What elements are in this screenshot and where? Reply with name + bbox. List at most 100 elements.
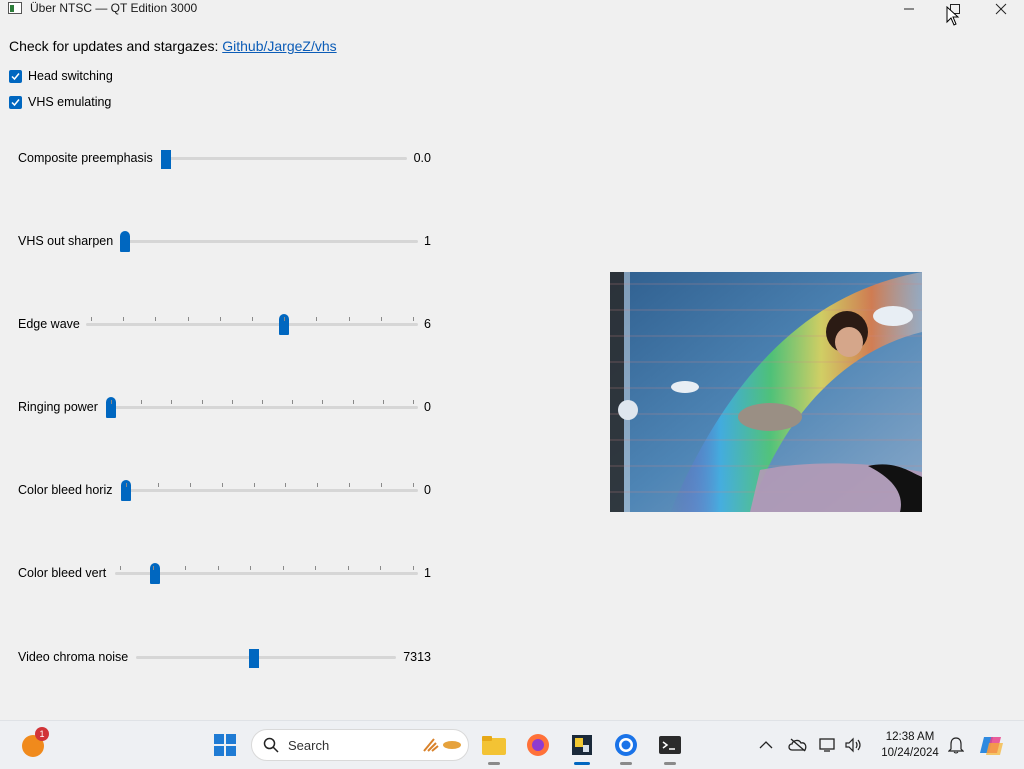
slider-tick (232, 400, 233, 404)
slider-tick (413, 317, 414, 321)
slider-value: 1 (424, 234, 431, 248)
slider-handle[interactable] (120, 231, 130, 252)
taskbar-file-explorer[interactable] (478, 729, 510, 765)
vhs-emulating-label: VHS emulating (28, 95, 112, 109)
taskbar: 1 Search 12:38 AM 10/24/2024 (0, 720, 1024, 769)
taskbar-firefox[interactable] (522, 729, 554, 761)
slider-handle[interactable] (150, 563, 160, 584)
search-placeholder: Search (288, 738, 330, 753)
mouse-cursor-icon (946, 6, 960, 26)
slider-tick (250, 566, 251, 570)
slider-value: 6 (424, 317, 431, 331)
slider-tick (141, 400, 142, 404)
slider-tick (188, 317, 189, 321)
network-icon (819, 738, 835, 752)
head-switching-checkbox[interactable]: Head switching (9, 69, 113, 83)
close-button[interactable] (978, 0, 1024, 18)
slider-track[interactable] (120, 231, 418, 252)
head-switching-label: Head switching (28, 69, 113, 83)
slider-tick (284, 317, 285, 321)
app-icon (572, 735, 592, 755)
slider-track[interactable] (86, 314, 418, 335)
slider-value: 7313 (403, 650, 431, 664)
slider-tick (413, 483, 414, 487)
slider-track[interactable] (106, 397, 418, 418)
slider-color-bleed-vert: Color bleed vert 1 (18, 563, 431, 584)
windows-start-icon (214, 734, 236, 756)
github-link[interactable]: Github/JargeZ/vhs (222, 38, 336, 54)
slider-value: 0 (424, 483, 431, 497)
notifications-button[interactable] (940, 729, 972, 761)
slider-tick (254, 483, 255, 487)
slider-tick (317, 483, 318, 487)
slider-tick (123, 317, 124, 321)
chrome-icon (615, 734, 637, 756)
slider-label: Color bleed vert (18, 566, 107, 580)
vhs-emulating-checkbox[interactable]: VHS emulating (9, 95, 111, 109)
slider-label: Composite preemphasis (18, 151, 153, 165)
minimize-button[interactable] (886, 0, 932, 18)
checkbox-checked-icon (9, 95, 22, 109)
volume-button[interactable] (838, 729, 870, 761)
slider-track[interactable] (121, 480, 418, 501)
slider-color-bleed-horiz: Color bleed horiz 0 (18, 480, 431, 501)
slider-tick (413, 566, 414, 570)
taskbar-chrome[interactable] (610, 729, 642, 765)
firefox-icon (527, 734, 549, 756)
slider-tick (155, 317, 156, 321)
copilot-button[interactable] (976, 729, 1008, 761)
checkbox-checked-icon (9, 69, 22, 83)
running-indicator (488, 762, 500, 765)
slider-handle[interactable] (161, 150, 171, 169)
close-icon (995, 3, 1007, 15)
slider-tick (91, 317, 92, 321)
slider-tick (349, 317, 350, 321)
folder-icon (482, 736, 506, 755)
slider-tick (185, 566, 186, 570)
slider-tick (316, 317, 317, 321)
slider-edge-wave: Edge wave 6 (18, 314, 431, 335)
window-title: Über NTSC — QT Edition 3000 (30, 1, 198, 15)
slider-tick (349, 483, 350, 487)
system-clock[interactable]: 12:38 AM 10/24/2024 (870, 729, 950, 761)
slider-value: 0 (424, 400, 431, 414)
slider-tick (202, 400, 203, 404)
volume-icon (845, 737, 861, 753)
slider-track[interactable] (115, 563, 418, 584)
taskbar-uber-ntsc[interactable] (566, 729, 598, 765)
slider-label: VHS out sharpen (18, 234, 114, 248)
slider-tick (383, 400, 384, 404)
slider-track[interactable] (161, 150, 407, 169)
slider-tick (348, 566, 349, 570)
slider-tick (381, 317, 382, 321)
taskbar-terminal[interactable] (654, 729, 686, 765)
cloud-offline-icon (788, 738, 807, 752)
slider-tick (285, 483, 286, 487)
update-prompt: Check for updates and stargazes: (9, 38, 219, 54)
slider-track[interactable] (136, 649, 396, 668)
slider-tick (315, 566, 316, 570)
onedrive-button[interactable] (782, 729, 814, 761)
slider-composite-preemphasis: Composite preemphasis 0.0 (18, 149, 431, 169)
slider-video-chroma-noise: Video chroma noise 7313 (18, 648, 431, 668)
weather-widget[interactable]: 1 (17, 727, 49, 761)
slider-tick (322, 400, 323, 404)
slider-tick (252, 317, 253, 321)
running-indicator (620, 762, 632, 765)
slider-tick (222, 483, 223, 487)
show-hidden-icons-button[interactable] (750, 729, 782, 761)
slider-tick (190, 483, 191, 487)
start-button[interactable] (209, 729, 241, 761)
slider-value: 1 (424, 566, 431, 580)
update-info: Check for updates and stargazes: Github/… (9, 38, 337, 54)
terminal-icon (659, 736, 681, 754)
slider-label: Video chroma noise (18, 650, 129, 664)
slider-label: Color bleed horiz (18, 483, 113, 497)
minimize-icon (904, 8, 914, 10)
running-indicator (664, 762, 676, 765)
slider-label: Ringing power (18, 400, 98, 414)
slider-handle[interactable] (249, 649, 259, 668)
taskbar-search[interactable]: Search (251, 729, 469, 761)
slider-tick (171, 400, 172, 404)
slider-tick (218, 566, 219, 570)
